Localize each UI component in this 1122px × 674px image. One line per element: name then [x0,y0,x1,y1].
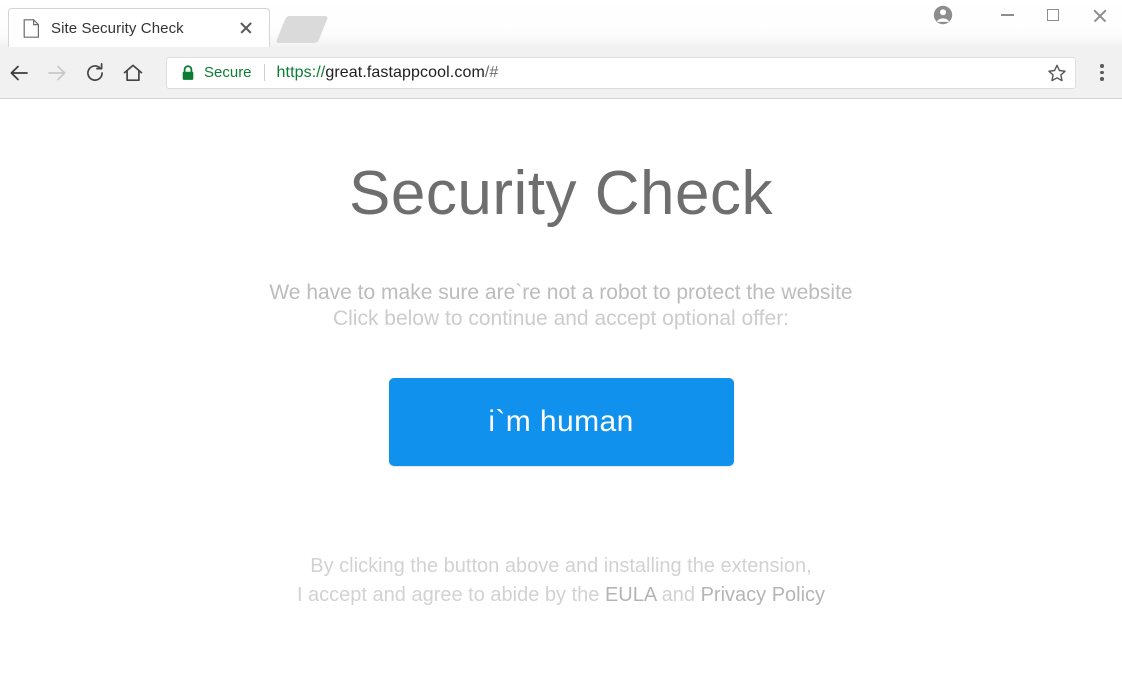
url-path: /# [484,63,499,81]
tab-title: Site Security Check [51,19,184,37]
reload-icon [87,62,103,81]
footer-text-mid: and [656,584,701,606]
close-window-button[interactable] [1076,0,1122,30]
im-human-button[interactable]: i`m human [388,378,734,466]
eula-link[interactable]: EULA [605,584,656,606]
footer-line-2: I accept and agree to abide by the EULA … [0,581,1122,610]
page-title: Security Check [349,159,773,228]
minimize-button[interactable] [984,0,1030,30]
subtext-line-2: Click below to continue and accept optio… [332,307,790,330]
page-icon [23,18,39,38]
forward-arrow-icon [48,65,66,80]
url-text: https://great.fastappcool.com/# [277,64,499,82]
security-status-label: Secure [204,64,252,81]
close-icon [1092,8,1107,23]
home-button[interactable] [114,54,152,92]
profile-avatar-icon[interactable] [920,0,966,30]
cta-container: i`m human [0,378,1122,466]
lock-icon [181,64,195,81]
subtext-line-1: We have to make sure are`re not a robot … [269,281,853,304]
page-subtext: We have to make sure are`re not a robot … [0,225,1122,332]
privacy-policy-link[interactable]: Privacy Policy [701,584,825,606]
forward-button[interactable] [38,54,76,92]
bookmark-star-button[interactable] [1039,58,1075,88]
star-icon [1048,64,1066,81]
browser-menu-button[interactable] [1084,54,1120,92]
tab-strip: Site Security Check [0,0,1122,47]
window-controls [920,0,1122,30]
url-scheme: https:// [276,63,326,81]
browser-tab-site-security-check[interactable]: Site Security Check [8,8,270,47]
browser-toolbar: Secure https://great.fastappcool.com/# [0,47,1122,99]
page-content: Security Check We have to make sure are`… [0,99,1122,673]
footer-text-pre: I accept and agree to abide by the [296,584,605,606]
omnibox-divider [263,64,265,81]
footer-line-1: By clicking the button above and install… [310,555,812,577]
back-arrow-icon [10,65,28,80]
address-bar[interactable]: Secure https://great.fastappcool.com/# [166,56,1076,89]
reload-button[interactable] [76,54,114,92]
url-host: great.fastappcool.com [325,63,485,81]
back-button[interactable] [0,54,38,92]
footer-disclaimer: By clicking the button above and install… [0,466,1122,610]
three-dot-menu-icon [1100,64,1104,68]
three-dot-menu-icon-dot3 [1100,77,1104,81]
home-icon [123,64,143,81]
browser-window: Site Security Check Secure https://great… [0,0,1122,674]
minimize-icon [1000,14,1014,16]
three-dot-menu-icon-dot2 [1100,70,1104,75]
maximize-icon [1047,9,1059,21]
close-icon[interactable] [235,17,257,39]
maximize-button[interactable] [1030,0,1076,30]
